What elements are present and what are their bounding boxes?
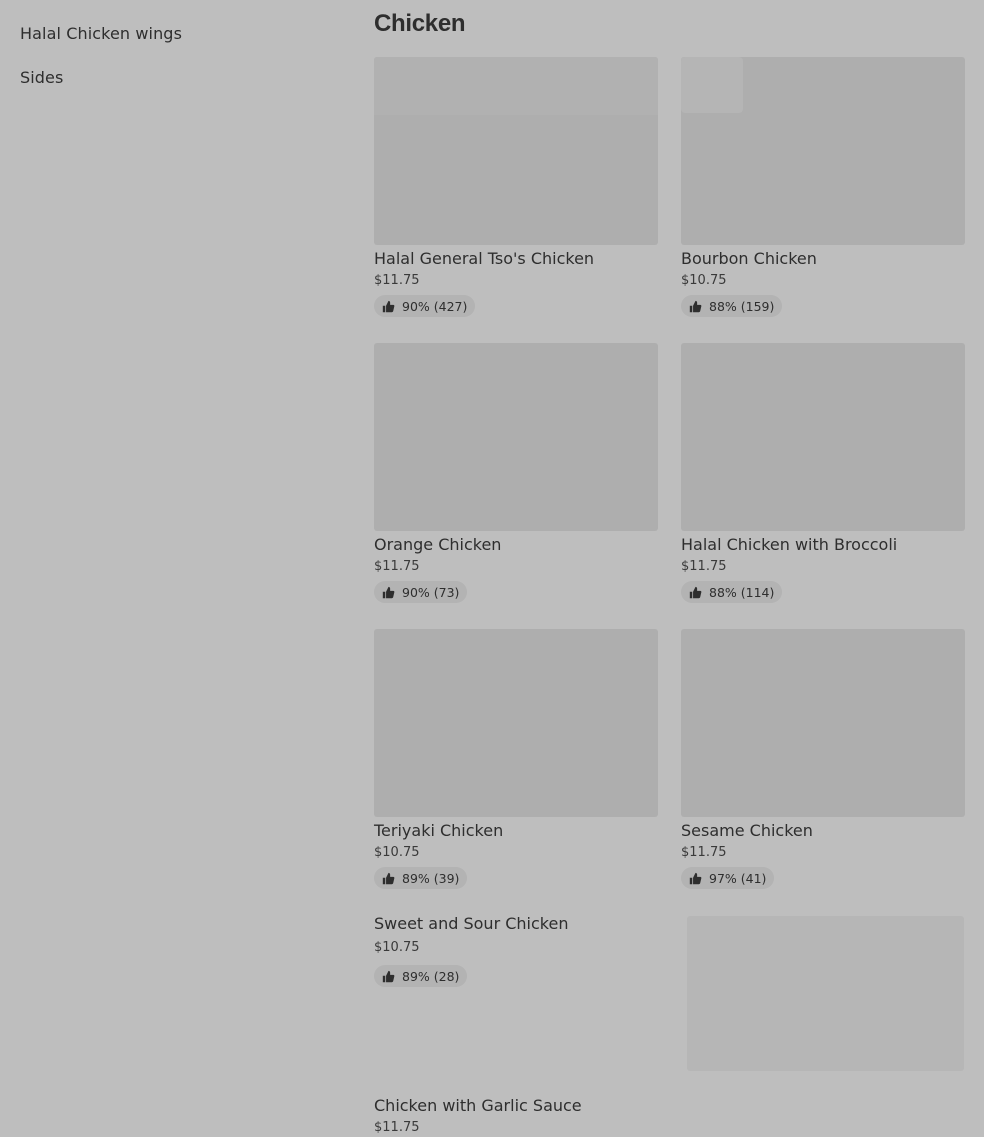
rating-badge: 90% (427)	[374, 295, 475, 317]
item-name: Halal Chicken with Broccoli	[681, 534, 965, 556]
item-image	[681, 57, 965, 245]
rating-text: 89% (28)	[402, 969, 459, 984]
item-image	[374, 629, 658, 817]
item-name: Teriyaki Chicken	[374, 820, 658, 842]
item-image	[374, 57, 658, 245]
menu-item-card[interactable]: Halal Chicken with Broccoli $11.75 88% (…	[681, 343, 965, 603]
item-image[interactable]	[687, 916, 964, 1071]
rating-badge: 88% (114)	[681, 581, 782, 603]
thumbs-up-icon	[689, 872, 702, 885]
thumbs-up-icon	[382, 300, 395, 313]
item-price: $11.75	[374, 272, 658, 290]
item-name: Orange Chicken	[374, 534, 658, 556]
menu-item-card[interactable]: Bourbon Chicken $10.75 88% (159)	[681, 57, 965, 317]
thumbs-up-icon	[382, 872, 395, 885]
item-price: $11.75	[374, 1119, 658, 1137]
rating-badge: 97% (41)	[681, 867, 774, 889]
rating-text: 89% (39)	[402, 871, 459, 886]
rating-badge: 89% (39)	[374, 867, 467, 889]
item-image	[681, 343, 965, 531]
item-name: Sweet and Sour Chicken	[374, 913, 658, 935]
item-price: $10.75	[374, 844, 658, 862]
rating-badge: 89% (28)	[374, 965, 467, 987]
menu-item-card[interactable]: Orange Chicken $11.75 90% (73)	[374, 343, 658, 603]
rating-text: 90% (427)	[402, 299, 467, 314]
rating-text: 90% (73)	[402, 585, 459, 600]
menu-item-card[interactable]: Teriyaki Chicken $10.75 89% (39)	[374, 629, 658, 889]
thumbs-up-icon	[382, 586, 395, 599]
item-name: Sesame Chicken	[681, 820, 965, 842]
category-sidebar: Halal Chicken wings Sides	[20, 22, 340, 110]
thumbs-up-icon	[689, 300, 702, 313]
rating-text: 88% (159)	[709, 299, 774, 314]
item-image	[681, 629, 965, 817]
rating-badge: 90% (73)	[374, 581, 467, 603]
thumbs-up-icon	[382, 970, 395, 983]
item-price: $10.75	[374, 939, 658, 957]
item-price: $10.75	[681, 272, 965, 290]
item-name: Chicken with Garlic Sauce	[374, 1095, 658, 1117]
item-price: $11.75	[374, 558, 658, 576]
thumbs-up-icon	[689, 586, 702, 599]
item-price: $11.75	[681, 844, 965, 862]
rating-badge: 88% (159)	[681, 295, 782, 317]
item-price: $11.75	[681, 558, 965, 576]
item-name: Halal General Tso's Chicken	[374, 248, 658, 270]
item-image	[374, 343, 658, 531]
item-name: Bourbon Chicken	[681, 248, 965, 270]
menu-item-card[interactable]: Sesame Chicken $11.75 97% (41)	[681, 629, 965, 889]
menu-item-card-text[interactable]: Sweet and Sour Chicken $10.75 89% (28)	[374, 913, 658, 987]
sidebar-item-halal-chicken-wings[interactable]: Halal Chicken wings	[20, 22, 340, 66]
section-title: Chicken	[374, 8, 465, 40]
rating-text: 88% (114)	[709, 585, 774, 600]
menu-item-card[interactable]: Halal General Tso's Chicken $11.75 90% (…	[374, 57, 658, 317]
menu-item-card-text[interactable]: Chicken with Garlic Sauce $11.75	[374, 1095, 658, 1137]
rating-text: 97% (41)	[709, 871, 766, 886]
sidebar-item-sides[interactable]: Sides	[20, 66, 340, 110]
